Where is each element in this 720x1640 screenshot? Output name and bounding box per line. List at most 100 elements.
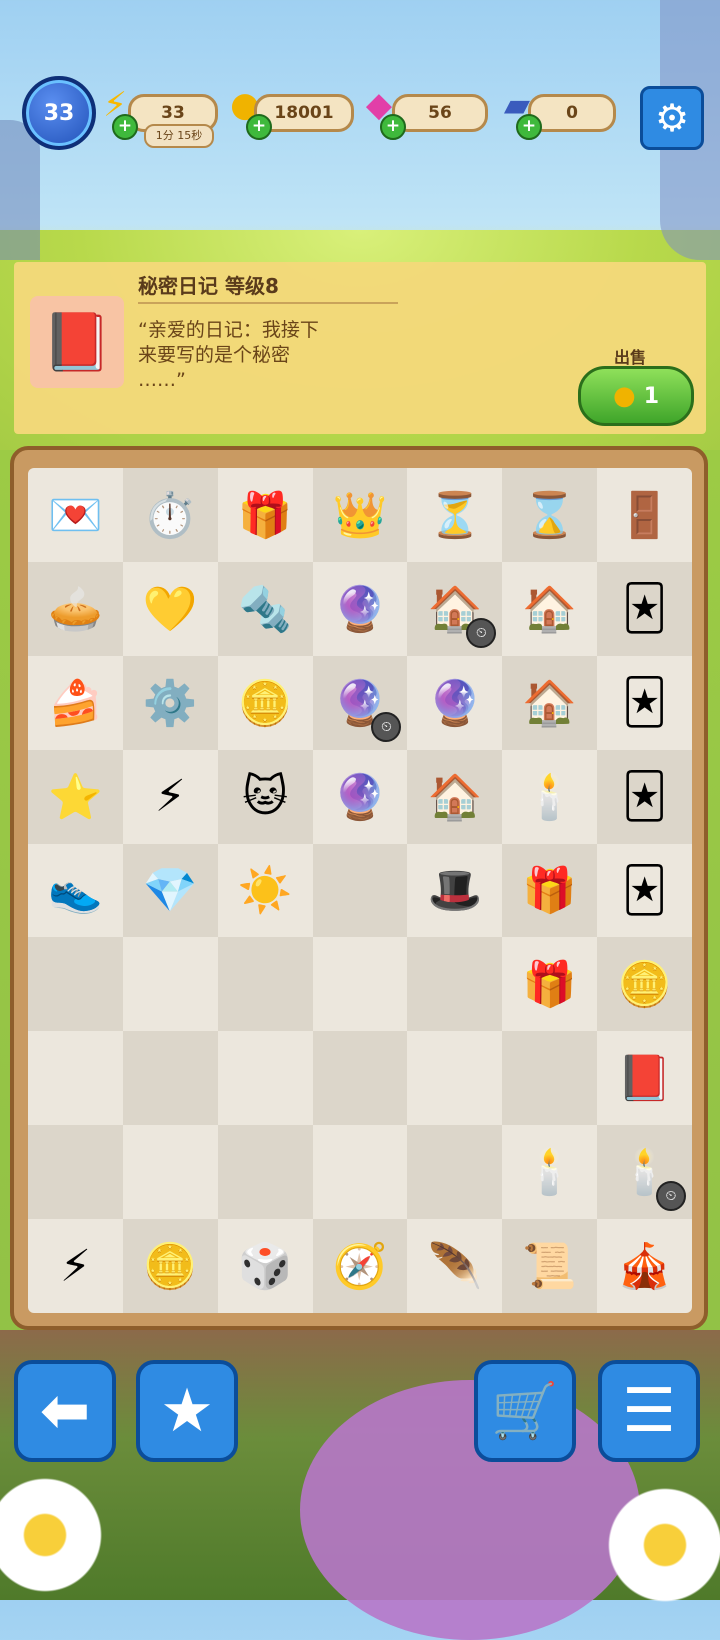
add-cards-button[interactable]: +: [516, 114, 542, 140]
board-cell[interactable]: 🕯️: [502, 1125, 598, 1220]
board-item[interactable]: 🕯️: [514, 1136, 586, 1208]
board-item[interactable]: 🃏: [609, 573, 681, 645]
board-cell[interactable]: 🔮: [312, 561, 408, 656]
board-cell[interactable]: 💌: [28, 468, 123, 562]
board-cell[interactable]: [28, 1031, 123, 1126]
board-item[interactable]: 🔩: [229, 573, 301, 645]
board-item[interactable]: 👑: [324, 479, 396, 551]
board-item[interactable]: 👟: [39, 854, 111, 926]
board-cell[interactable]: 🚪: [597, 468, 692, 562]
board-cell[interactable]: 🎁: [217, 468, 313, 562]
favorites-button[interactable]: ★: [136, 1360, 238, 1462]
board-cell[interactable]: 🔮: [312, 749, 408, 844]
board-cell[interactable]: 🪙: [217, 655, 313, 750]
board-cell[interactable]: ☀️: [217, 843, 313, 938]
board-item[interactable]: 🥧: [39, 573, 111, 645]
board-item[interactable]: 🧭: [324, 1230, 396, 1302]
board-item[interactable]: 🃏: [609, 667, 681, 739]
back-button[interactable]: ⬅: [14, 1360, 116, 1462]
board-item[interactable]: 🎩: [419, 854, 491, 926]
board-cell[interactable]: 🎁: [502, 843, 598, 938]
board-item[interactable]: 📕: [609, 1042, 681, 1114]
board-item[interactable]: 🏠: [419, 761, 491, 833]
board-cell[interactable]: 💛: [122, 561, 218, 656]
board-item[interactable]: ⏱️: [134, 479, 206, 551]
board-cell[interactable]: 🃏: [597, 655, 692, 750]
board-cell[interactable]: ⚡: [28, 1219, 123, 1313]
board-item[interactable]: 🎁: [514, 854, 586, 926]
board-cell[interactable]: [407, 937, 503, 1032]
board-item[interactable]: 🎪: [609, 1230, 681, 1302]
add-energy-button[interactable]: +: [112, 114, 138, 140]
board-cell[interactable]: 💎: [122, 843, 218, 938]
board-item[interactable]: ⏳: [419, 479, 491, 551]
board-cell[interactable]: 🃏: [597, 749, 692, 844]
board-item[interactable]: 🎁: [229, 479, 301, 551]
board-cell[interactable]: 🏠: [502, 655, 598, 750]
board-cell[interactable]: [28, 1125, 123, 1220]
board-item[interactable]: ⚙️: [134, 667, 206, 739]
board-cell[interactable]: 🎪: [597, 1219, 692, 1313]
board-cell[interactable]: 🏠 ⏲: [407, 561, 503, 656]
board-item[interactable]: 🪙: [229, 667, 301, 739]
board-item[interactable]: 🕯️: [514, 761, 586, 833]
board-item[interactable]: 🔮: [324, 573, 396, 645]
board-item[interactable]: 🐱: [229, 761, 301, 833]
board-cell[interactable]: 🪙: [597, 937, 692, 1032]
board-item[interactable]: 🃏: [609, 761, 681, 833]
board-cell[interactable]: [217, 937, 313, 1032]
board-cell[interactable]: [217, 1125, 313, 1220]
board-item[interactable]: 🔮: [419, 667, 491, 739]
board-cell[interactable]: 🧭: [312, 1219, 408, 1313]
board-item[interactable]: ☀️: [229, 854, 301, 926]
board-cell[interactable]: [407, 1125, 503, 1220]
board-cell[interactable]: 🪙: [122, 1219, 218, 1313]
board-item[interactable]: 💌: [39, 479, 111, 551]
board-cell[interactable]: ⏳: [407, 468, 503, 562]
board-item[interactable]: 🏠: [514, 573, 586, 645]
board-cell[interactable]: [407, 1031, 503, 1126]
board-cell[interactable]: ⚡: [122, 749, 218, 844]
board-item[interactable]: 🎁: [514, 948, 586, 1020]
board-cell[interactable]: [312, 1125, 408, 1220]
player-level-badge[interactable]: 33: [22, 76, 96, 150]
board-cell[interactable]: 🪶: [407, 1219, 503, 1313]
board-cell[interactable]: 🕯️: [502, 749, 598, 844]
tasks-button[interactable]: ☰: [598, 1360, 700, 1462]
board-cell[interactable]: 🕯️ ⏲: [597, 1125, 692, 1220]
board-cell[interactable]: [217, 1031, 313, 1126]
board-item[interactable]: ⭐: [39, 761, 111, 833]
board-cell[interactable]: 🐱: [217, 749, 313, 844]
gem-counter[interactable]: 56: [392, 94, 488, 132]
board-cell[interactable]: [502, 1031, 598, 1126]
board-item[interactable]: ⚡: [39, 1230, 111, 1302]
board-cell[interactable]: 🔮: [407, 655, 503, 750]
board-item[interactable]: 🪙: [609, 948, 681, 1020]
board-cell[interactable]: [28, 937, 123, 1032]
sell-button[interactable]: ● 1: [578, 366, 694, 426]
board-cell[interactable]: 🔩: [217, 561, 313, 656]
board-cell[interactable]: 🏠: [407, 749, 503, 844]
settings-button[interactable]: ⚙: [640, 86, 704, 150]
board-cell[interactable]: [122, 1031, 218, 1126]
board-item[interactable]: 🍰: [39, 667, 111, 739]
board-cell[interactable]: [312, 937, 408, 1032]
board-item[interactable]: 🪶: [419, 1230, 491, 1302]
board-cell[interactable]: 👑: [312, 468, 408, 562]
board-cell[interactable]: 🥧: [28, 561, 123, 656]
board-cell[interactable]: 📕: [597, 1031, 692, 1126]
board-cell[interactable]: 👟: [28, 843, 123, 938]
board-cell[interactable]: 🏠: [502, 561, 598, 656]
board-item[interactable]: 🔮: [324, 761, 396, 833]
board-cell[interactable]: 🔮 ⏲: [312, 655, 408, 750]
add-gems-button[interactable]: +: [380, 114, 406, 140]
board-item[interactable]: 🪙: [134, 1230, 206, 1302]
board-item[interactable]: 📜: [514, 1230, 586, 1302]
board-cell[interactable]: 🍰: [28, 655, 123, 750]
board-item[interactable]: 💛: [134, 573, 206, 645]
board-cell[interactable]: 🎁: [502, 937, 598, 1032]
board-item[interactable]: 💎: [134, 854, 206, 926]
board-cell[interactable]: ⏱️: [122, 468, 218, 562]
board-cell[interactable]: ⭐: [28, 749, 123, 844]
board-cell[interactable]: ⚙️: [122, 655, 218, 750]
